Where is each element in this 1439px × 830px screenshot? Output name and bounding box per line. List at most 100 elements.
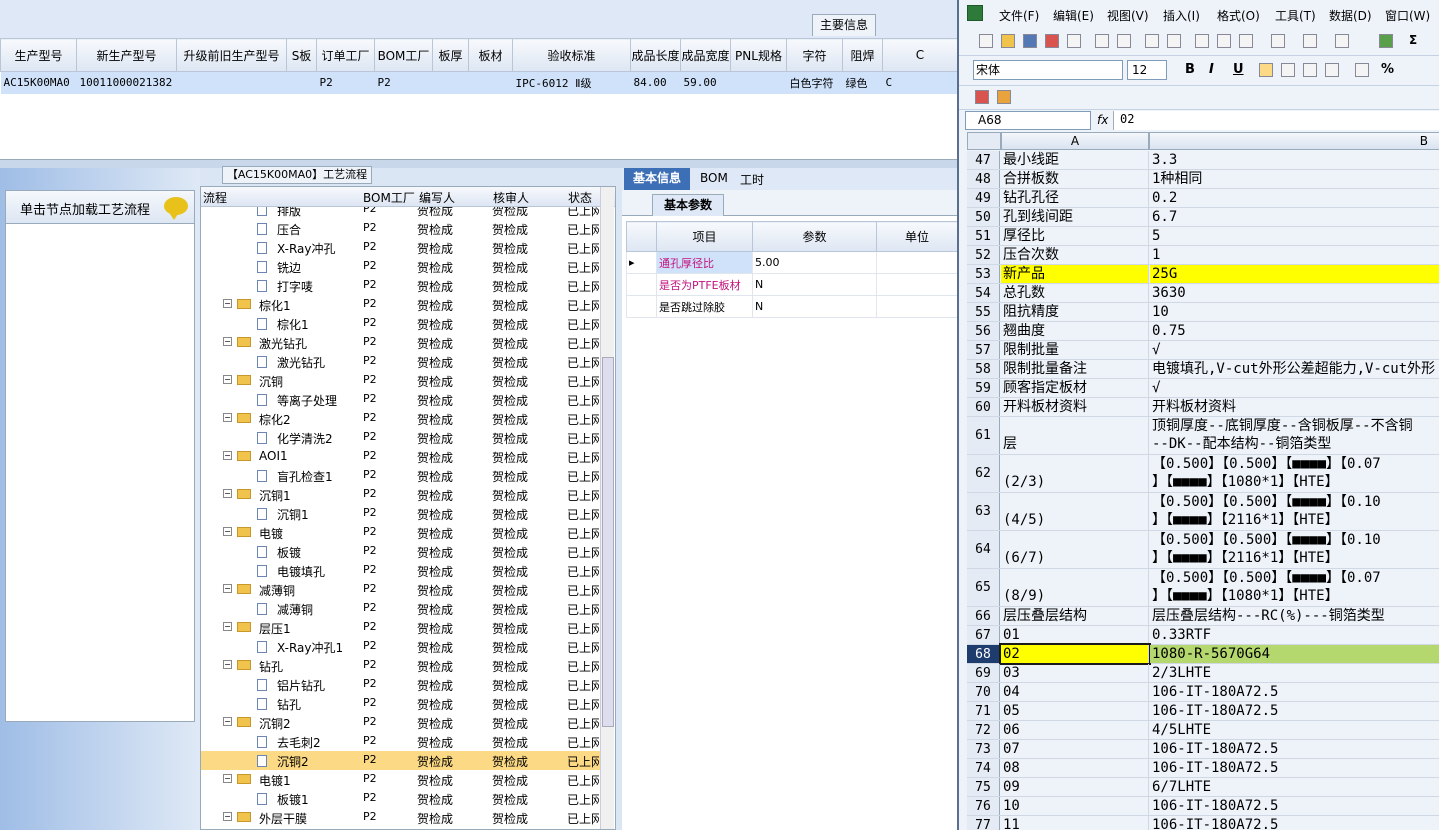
- row-number[interactable]: 66: [967, 607, 1000, 625]
- tree-col-flow[interactable]: 流程: [203, 189, 227, 206]
- col-header[interactable]: 板材: [468, 38, 513, 72]
- cell-b[interactable]: 106-IT-180A72.5: [1150, 759, 1439, 777]
- col-header[interactable]: 订单工厂: [316, 38, 375, 72]
- row-number[interactable]: 64: [967, 531, 1000, 568]
- align-left-icon[interactable]: [1259, 63, 1273, 77]
- cell-a[interactable]: 07: [1001, 740, 1149, 758]
- sheet-row[interactable]: 62 (2/3) 【0.500】【0.500】【■■■■】【0.07 】【■■■■】【…: [967, 455, 1439, 493]
- col-header[interactable]: 字符: [786, 38, 843, 72]
- menu-insert[interactable]: 插入(I): [1163, 7, 1200, 24]
- cell-b[interactable]: 3.3: [1150, 151, 1439, 169]
- row-number[interactable]: 54: [967, 284, 1000, 302]
- collapse-icon[interactable]: −: [223, 774, 232, 783]
- cell-a[interactable]: 钻孔孔径: [1001, 189, 1149, 207]
- sheet-row[interactable]: 67 01 0.33RTF: [967, 626, 1439, 645]
- row-number[interactable]: 49: [967, 189, 1000, 207]
- sheet-row[interactable]: 49 钻孔孔径 0.2: [967, 189, 1439, 208]
- cell-a[interactable]: 05: [1001, 702, 1149, 720]
- menu-format[interactable]: 格式(O): [1217, 7, 1260, 24]
- align-center-icon[interactable]: [1281, 63, 1295, 77]
- table-row[interactable]: ▸ 通孔厚径比 5.00: [626, 251, 957, 274]
- col-header[interactable]: 升级前旧生产型号: [176, 38, 287, 72]
- cell-b[interactable]: 1080-R-5670G64: [1150, 645, 1439, 663]
- sheet-row[interactable]: 71 05 106-IT-180A72.5: [967, 702, 1439, 721]
- sheet-row[interactable]: 50 孔到线间距 6.7: [967, 208, 1439, 227]
- tree-scrollbar[interactable]: [600, 187, 614, 829]
- table-row[interactable]: 是否为PTFE板材 N: [626, 273, 957, 296]
- underline-button[interactable]: U: [1233, 62, 1244, 77]
- bold-button[interactable]: B: [1185, 62, 1195, 77]
- row-number[interactable]: 74: [967, 759, 1000, 777]
- tree-node[interactable]: 等离子处理 P2 贺检成 贺检成 已上网: [201, 390, 601, 409]
- currency-icon[interactable]: [1355, 63, 1369, 77]
- param-item[interactable]: 通孔厚径比: [656, 251, 753, 274]
- sheet-row[interactable]: 70 04 106-IT-180A72.5: [967, 683, 1439, 702]
- collapse-icon[interactable]: −: [223, 660, 232, 669]
- cell-a[interactable]: 总孔数: [1001, 284, 1149, 302]
- cell-a[interactable]: 06: [1001, 721, 1149, 739]
- cell-a[interactable]: (6/7): [1001, 531, 1149, 568]
- cell-b[interactable]: 顶铜厚度--底铜厚度--含铜板厚--不含铜 --DK--配本结构--铜箔类型: [1150, 417, 1439, 454]
- cell-a[interactable]: 08: [1001, 759, 1149, 777]
- undo-icon[interactable]: [1303, 34, 1317, 48]
- tree-col-reviewer[interactable]: 核审人: [493, 189, 529, 206]
- row-number[interactable]: 51: [967, 227, 1000, 245]
- cell-b[interactable]: 0.75: [1150, 322, 1439, 340]
- row-number[interactable]: 67: [967, 626, 1000, 644]
- row-number[interactable]: 76: [967, 797, 1000, 815]
- sheet-row[interactable]: 74 08 106-IT-180A72.5: [967, 759, 1439, 778]
- cell-b[interactable]: 25G: [1150, 265, 1439, 283]
- sheet-row[interactable]: 52 压合次数 1: [967, 246, 1439, 265]
- cell-b[interactable]: √: [1150, 341, 1439, 359]
- paste-icon[interactable]: [1239, 34, 1253, 48]
- pdf-email-icon[interactable]: [997, 90, 1011, 104]
- collapse-icon[interactable]: −: [223, 812, 232, 821]
- row-number[interactable]: 77: [967, 816, 1000, 830]
- tree-node[interactable]: 板镀1 P2 贺检成 贺检成 已上网: [201, 789, 601, 808]
- cell-b[interactable]: 层压叠层结构---RC(%)---铜箔类型: [1150, 607, 1439, 625]
- col-header[interactable]: 板厚: [432, 38, 469, 72]
- tree-col-bom[interactable]: BOM工厂: [363, 189, 415, 206]
- horizontal-splitter[interactable]: [0, 160, 957, 168]
- cell-b[interactable]: 【0.500】【0.500】【■■■■】【0.07 】【■■■■】【1080*1】…: [1150, 569, 1439, 606]
- collapse-icon[interactable]: −: [223, 489, 232, 498]
- menu-edit[interactable]: 编辑(E): [1053, 7, 1094, 24]
- row-number[interactable]: 61: [967, 417, 1000, 454]
- param-value[interactable]: N: [752, 295, 877, 318]
- tree-node[interactable]: X-Ray冲孔 P2 贺检成 贺检成 已上网: [201, 238, 601, 257]
- menu-window[interactable]: 窗口(W): [1385, 7, 1430, 24]
- grid-cell[interactable]: [176, 71, 287, 94]
- grid-cell[interactable]: IPC-6012 Ⅱ级: [512, 71, 631, 94]
- row-number[interactable]: 57: [967, 341, 1000, 359]
- cell-b[interactable]: 1: [1150, 246, 1439, 264]
- tree-scroll-thumb[interactable]: [602, 357, 614, 727]
- percent-button[interactable]: %: [1381, 62, 1394, 77]
- grid-cell[interactable]: [468, 71, 513, 94]
- tree-node[interactable]: 铣边 P2 贺检成 贺检成 已上网: [201, 257, 601, 276]
- cell-a[interactable]: 01: [1001, 626, 1149, 644]
- collapse-icon[interactable]: −: [223, 375, 232, 384]
- grid-cell[interactable]: 绿色: [842, 71, 883, 94]
- param-unit[interactable]: [876, 251, 957, 274]
- row-number[interactable]: 53: [967, 265, 1000, 283]
- sheet-row[interactable]: 63 (4/5) 【0.500】【0.500】【■■■■】【0.10 】【■■■■】【…: [967, 493, 1439, 531]
- row-number[interactable]: 70: [967, 683, 1000, 701]
- tree-node[interactable]: − 沉铜1 P2 贺检成 贺检成 已上网: [201, 485, 601, 504]
- align-right-icon[interactable]: [1303, 63, 1317, 77]
- collapse-icon[interactable]: −: [223, 337, 232, 346]
- sheet-row[interactable]: 61 层顶铜厚度--底铜厚度--含铜板厚--不含铜 --DK--配本结构--铜箔类型: [967, 417, 1439, 455]
- function-icon[interactable]: fx: [1097, 113, 1108, 127]
- cell-b[interactable]: 【0.500】【0.500】【■■■■】【0.07 】【■■■■】【1080*1】…: [1150, 455, 1439, 492]
- param-item[interactable]: 是否跳过除胶: [656, 295, 753, 318]
- col-header[interactable]: 新生产型号: [76, 38, 177, 72]
- cell-a[interactable]: 04: [1001, 683, 1149, 701]
- formula-bar[interactable]: 02: [1113, 111, 1439, 130]
- cell-a[interactable]: 10: [1001, 797, 1149, 815]
- menu-file[interactable]: 文件(F): [999, 7, 1039, 24]
- process-tree[interactable]: 排版P2贺检成贺检成已上网压合P2贺检成贺检成已上网X-Ray冲孔P2贺检成贺检…: [200, 186, 616, 830]
- merge-center-icon[interactable]: [1325, 63, 1339, 77]
- sheet-row[interactable]: 66 层压叠层结构 层压叠层结构---RC(%)---铜箔类型: [967, 607, 1439, 626]
- collapse-icon[interactable]: −: [223, 413, 232, 422]
- sheet-row[interactable]: 57 限制批量 √: [967, 341, 1439, 360]
- grid-cell[interactable]: [730, 71, 787, 94]
